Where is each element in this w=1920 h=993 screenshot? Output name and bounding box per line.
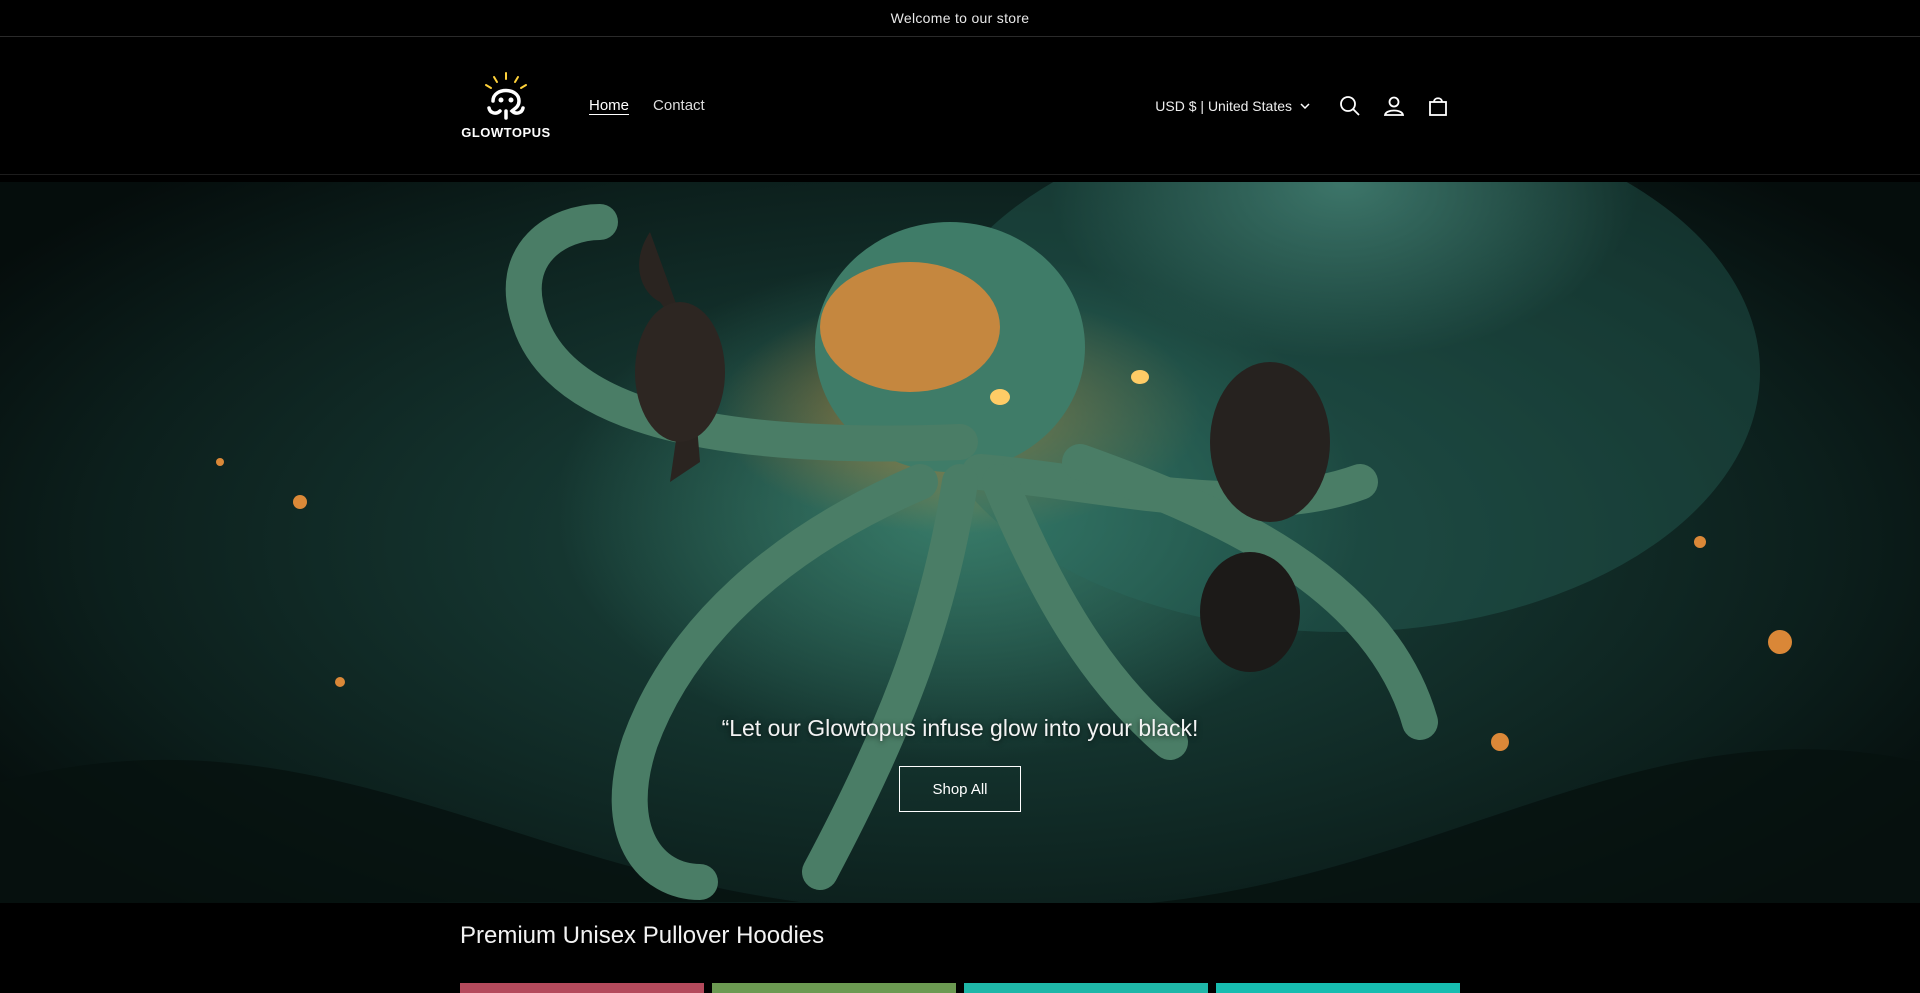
product-card[interactable] <box>460 983 704 993</box>
main-nav: Home Contact <box>589 97 705 114</box>
collection-title: Premium Unisex Pullover Hoodies <box>460 922 825 949</box>
chevron-down-icon <box>1300 102 1310 109</box>
search-icon <box>1340 95 1360 116</box>
logo[interactable]: GLOWTOPUS <box>460 70 552 142</box>
hero-tagline: “Let our Glowtopus infuse glow into your… <box>721 715 1199 741</box>
site-header: GLOWTOPUS Home Contact USD $ | United St… <box>0 37 1920 175</box>
product-grid <box>460 983 1460 993</box>
cart-icon <box>1429 96 1447 116</box>
currency-label: USD $ | United States <box>1155 97 1292 114</box>
account-icon <box>1383 96 1405 116</box>
cart-button[interactable] <box>1426 94 1450 118</box>
product-card[interactable] <box>712 983 956 993</box>
product-card[interactable] <box>964 983 1208 993</box>
announcement-bar: Welcome to our store <box>0 0 1920 37</box>
currency-selector[interactable]: USD $ | United States <box>1155 98 1310 114</box>
account-button[interactable] <box>1382 94 1406 118</box>
octopus-logo-icon <box>485 72 527 120</box>
hero-banner: “Let our Glowtopus infuse glow into your… <box>0 182 1920 903</box>
nav-home-link[interactable]: Home <box>589 97 629 114</box>
search-button[interactable] <box>1338 94 1362 118</box>
logo-text: GLOWTOPUS <box>461 125 551 140</box>
announcement-text: Welcome to our store <box>890 10 1030 26</box>
shop-all-button[interactable]: Shop All <box>899 766 1021 812</box>
product-card[interactable] <box>1216 983 1460 993</box>
nav-contact-link[interactable]: Contact <box>653 97 705 114</box>
